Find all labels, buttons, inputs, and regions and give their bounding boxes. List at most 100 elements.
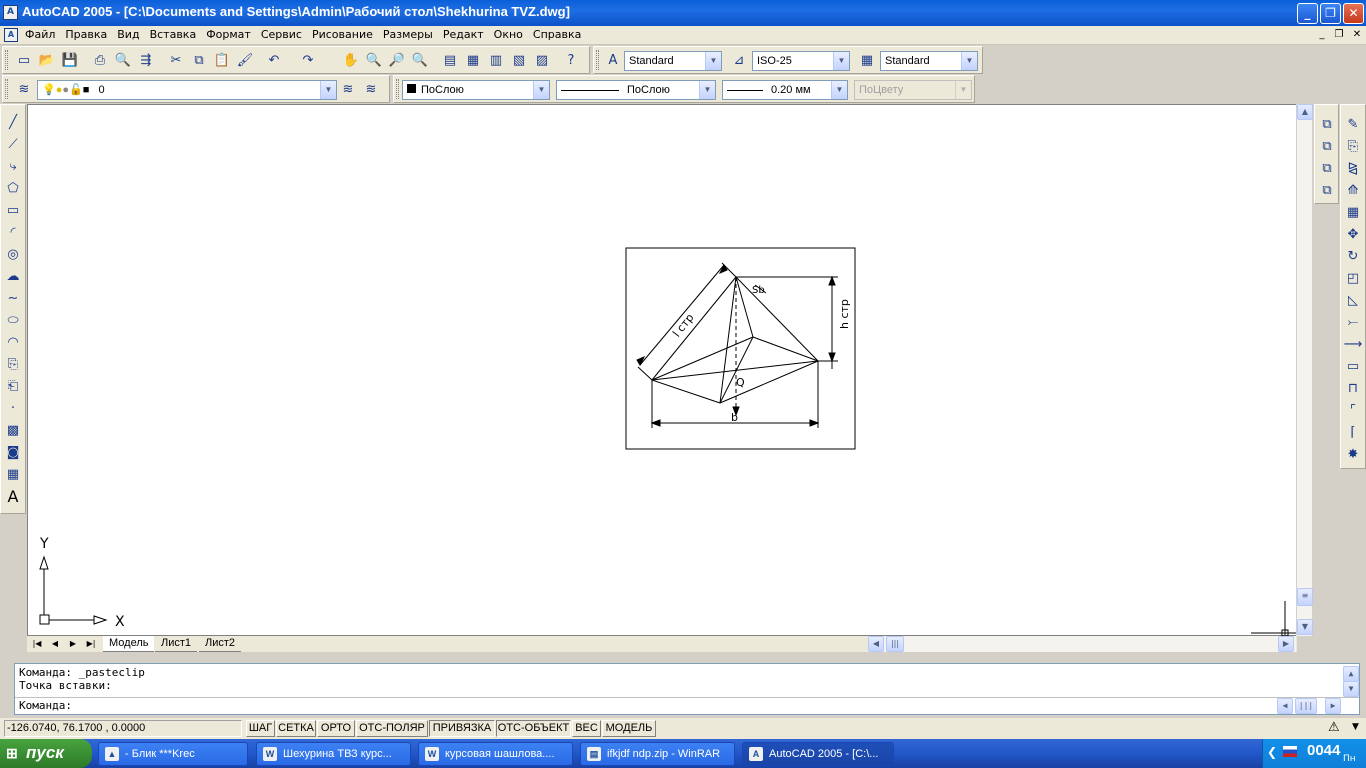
grid-toggle[interactable]: СЕТКА <box>276 720 316 737</box>
chamfer-icon[interactable]: ⌜ <box>1343 401 1363 421</box>
copy-icon[interactable]: ⧉ <box>188 50 210 72</box>
move-icon[interactable]: ✥ <box>1343 225 1363 245</box>
cut-icon[interactable]: ✂ <box>165 50 187 72</box>
sheet-set-icon[interactable]: ▧ <box>508 50 530 72</box>
erase-icon[interactable]: ✎ <box>1343 115 1363 135</box>
design-center-icon[interactable]: ▦ <box>462 50 484 72</box>
next-tab-button[interactable]: ▶ <box>65 637 81 651</box>
match-properties-icon[interactable]: 🖌 <box>234 50 256 72</box>
properties-icon[interactable]: ▤ <box>439 50 461 72</box>
tab-layout2[interactable]: Лист2 <box>199 636 242 652</box>
send-under-icon[interactable]: ⧉ <box>1317 181 1337 201</box>
scale-icon[interactable]: ◰ <box>1343 269 1363 289</box>
revision-cloud-icon[interactable]: ☁ <box>3 267 23 287</box>
trim-icon[interactable]: ⤚ <box>1343 313 1363 333</box>
rotate-icon[interactable]: ↻ <box>1343 247 1363 267</box>
tab-layout1[interactable]: Лист1 <box>155 636 198 652</box>
command-prompt[interactable]: Команда: <box>19 699 72 712</box>
table-icon[interactable]: ▦ <box>3 465 23 485</box>
osnap-toggle[interactable]: ПРИВЯЗКА <box>429 720 495 737</box>
model-toggle[interactable]: МОДЕЛЬ <box>602 720 656 737</box>
publish-icon[interactable]: ⇶ <box>135 50 157 72</box>
linetype-select[interactable]: ПоСлою ▼ <box>556 80 716 100</box>
offset-icon[interactable]: ⟰ <box>1343 181 1363 201</box>
fillet-icon[interactable]: ⌈ <box>1343 423 1363 443</box>
drawing-canvas[interactable]: l стр Sb h стр Q b Y X <box>27 104 1298 637</box>
dim-style-icon[interactable]: ⊿ <box>728 50 750 72</box>
zoom-previous-icon[interactable]: 🔍 <box>409 50 431 72</box>
multiline-text-icon[interactable]: A <box>3 487 23 507</box>
make-object-layer-current-icon[interactable]: ≋ <box>337 79 359 101</box>
ellipse-arc-icon[interactable]: ◠ <box>3 333 23 353</box>
circle-icon[interactable]: ◎ <box>3 245 23 265</box>
color-select[interactable]: ПоСлою ▼ <box>402 80 550 100</box>
markup-icon[interactable]: ▨ <box>531 50 553 72</box>
arc-icon[interactable]: ◜ <box>3 223 23 243</box>
text-style-icon[interactable]: A <box>602 50 624 72</box>
tool-palettes-icon[interactable]: ▥ <box>485 50 507 72</box>
ellipse-icon[interactable]: ⬭ <box>3 311 23 331</box>
hscroll-thumb[interactable]: ||| <box>886 636 904 652</box>
bring-above-icon[interactable]: ⧉ <box>1317 159 1337 179</box>
help-icon[interactable]: ? <box>560 50 582 72</box>
task-button[interactable]: Wкурсовая шашлова.... <box>418 742 573 766</box>
layer-manager-icon[interactable]: ≋ <box>13 79 35 101</box>
scroll-down-button[interactable]: ▼ <box>1297 619 1313 635</box>
scroll-thumb[interactable]: ≡ <box>1297 588 1313 606</box>
bring-to-front-icon[interactable]: ⧉ <box>1317 115 1337 135</box>
array-icon[interactable]: ▦ <box>1343 203 1363 223</box>
task-button[interactable]: ▤ ifkjdf ndp.zip - WinRAR <box>580 742 735 766</box>
menu-view[interactable]: Вид <box>112 26 144 43</box>
save-icon[interactable]: 💾 <box>59 50 81 72</box>
language-flag-icon[interactable] <box>1283 746 1297 757</box>
polygon-icon[interactable]: ⬠ <box>3 179 23 199</box>
table-style-icon[interactable]: ▦ <box>856 50 878 72</box>
start-button[interactable]: ⊞ пуск <box>0 739 92 768</box>
minimize-button[interactable]: _ <box>1297 3 1318 24</box>
dim-style-select[interactable]: ISO-25 ▼ <box>752 51 850 71</box>
scroll-left-button[interactable]: ◀ <box>868 636 884 652</box>
communication-center-icon[interactable]: ⚠ <box>1328 720 1340 735</box>
open-icon[interactable]: 📂 <box>36 50 58 72</box>
doc-close-button[interactable]: ✕ <box>1349 28 1365 42</box>
explode-icon[interactable]: ✸ <box>1343 445 1363 465</box>
snap-toggle[interactable]: ШАГ <box>246 720 275 737</box>
table-style-select[interactable]: Standard ▼ <box>880 51 978 71</box>
rectangle-icon[interactable]: ▭ <box>3 201 23 221</box>
send-to-back-icon[interactable]: ⧉ <box>1317 137 1337 157</box>
text-style-select[interactable]: Standard ▼ <box>624 51 722 71</box>
zoom-window-icon[interactable]: 🔎 <box>386 50 408 72</box>
polar-toggle[interactable]: ОТС-ПОЛЯР <box>356 720 428 737</box>
menu-insert[interactable]: Вставка <box>145 26 202 43</box>
task-button[interactable]: ▲ - Блик ***Krec <box>98 742 248 766</box>
last-tab-button[interactable]: ▶| <box>83 637 99 651</box>
scroll-up-button[interactable]: ▲ <box>1297 104 1313 120</box>
menu-tools[interactable]: Сервис <box>256 26 307 43</box>
menu-file[interactable]: Файл <box>20 26 60 43</box>
task-button[interactable]: W Шехурина ТВЗ курс... <box>256 742 411 766</box>
new-icon[interactable]: ▭ <box>13 50 35 72</box>
insert-block-icon[interactable]: ⎘ <box>3 355 23 375</box>
document-icon[interactable]: A <box>4 28 18 42</box>
vertical-scrollbar[interactable]: ▲ ≡ ▼ <box>1296 104 1313 636</box>
statusbar-menu-icon[interactable]: ▼ <box>1352 722 1359 732</box>
cmd-scroll-up-button[interactable]: ▲ <box>1343 666 1359 682</box>
undo-icon[interactable]: ↶ <box>263 50 285 72</box>
construction-line-icon[interactable]: ⟋ <box>3 135 23 155</box>
extend-icon[interactable]: ⟶ <box>1343 335 1363 355</box>
polyline-icon[interactable]: ⤷ <box>3 157 23 177</box>
make-block-icon[interactable]: ⎗ <box>3 377 23 397</box>
clock[interactable]: 0044 <box>1307 742 1340 759</box>
zoom-realtime-icon[interactable]: 🔍 <box>363 50 385 72</box>
coordinates-readout[interactable]: -126.0740, 76.1700 , 0.0000 <box>4 720 242 737</box>
break-at-point-icon[interactable]: ▭ <box>1343 357 1363 377</box>
lineweight-select[interactable]: 0.20 мм ▼ <box>722 80 848 100</box>
menu-edit[interactable]: Правка <box>60 26 112 43</box>
menu-format[interactable]: Формат <box>201 26 256 43</box>
tab-model[interactable]: Модель <box>103 636 155 652</box>
cmd-scroll-down-button[interactable]: ▼ <box>1343 681 1359 697</box>
pan-icon[interactable]: ✋ <box>340 50 362 72</box>
stretch-icon[interactable]: ◺ <box>1343 291 1363 311</box>
horizontal-scrollbar[interactable]: ◀ ||| ▶ <box>868 636 1296 652</box>
menu-modify[interactable]: Редакт <box>438 26 489 43</box>
